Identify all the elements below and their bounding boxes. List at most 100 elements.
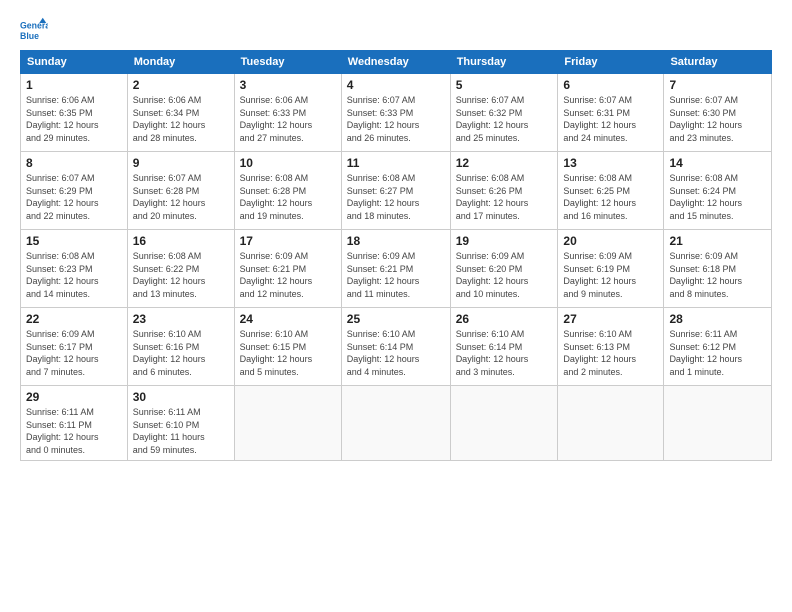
day-number: 23	[133, 312, 229, 326]
day-number: 3	[240, 78, 336, 92]
header-saturday: Saturday	[664, 51, 772, 74]
day-info: Sunrise: 6:08 AM Sunset: 6:24 PM Dayligh…	[669, 172, 766, 222]
calendar-cell: 6 Sunrise: 6:07 AM Sunset: 6:31 PM Daylig…	[558, 74, 664, 152]
day-info: Sunrise: 6:08 AM Sunset: 6:28 PM Dayligh…	[240, 172, 336, 222]
day-number: 10	[240, 156, 336, 170]
calendar-cell	[450, 386, 558, 461]
calendar-cell: 28 Sunrise: 6:11 AM Sunset: 6:12 PM Dayli…	[664, 308, 772, 386]
day-number: 24	[240, 312, 336, 326]
day-number: 26	[456, 312, 553, 326]
calendar-cell: 8Sunrise: 6:07 AM Sunset: 6:29 PM Daylig…	[21, 152, 128, 230]
day-info: Sunrise: 6:09 AM Sunset: 6:21 PM Dayligh…	[347, 250, 445, 300]
day-info: Sunrise: 6:11 AM Sunset: 6:10 PM Dayligh…	[133, 406, 229, 456]
day-number: 4	[347, 78, 445, 92]
day-info: Sunrise: 6:08 AM Sunset: 6:22 PM Dayligh…	[133, 250, 229, 300]
calendar-cell: 27 Sunrise: 6:10 AM Sunset: 6:13 PM Dayli…	[558, 308, 664, 386]
logo-icon: General Blue	[20, 16, 48, 44]
day-info: Sunrise: 6:09 AM Sunset: 6:19 PM Dayligh…	[563, 250, 658, 300]
day-info: Sunrise: 6:08 AM Sunset: 6:26 PM Dayligh…	[456, 172, 553, 222]
calendar-cell: 22 Sunrise: 6:09 AM Sunset: 6:17 PM Dayli…	[21, 308, 128, 386]
day-info: Sunrise: 6:07 AM Sunset: 6:31 PM Dayligh…	[563, 94, 658, 144]
calendar-cell: 4 Sunrise: 6:07 AM Sunset: 6:33 PM Daylig…	[341, 74, 450, 152]
day-number: 12	[456, 156, 553, 170]
calendar-cell: 1Sunrise: 6:06 AM Sunset: 6:35 PM Daylig…	[21, 74, 128, 152]
calendar-header-row: SundayMondayTuesdayWednesdayThursdayFrid…	[21, 51, 772, 74]
calendar-cell: 21 Sunrise: 6:09 AM Sunset: 6:18 PM Dayli…	[664, 230, 772, 308]
calendar-cell	[234, 386, 341, 461]
day-number: 25	[347, 312, 445, 326]
day-info: Sunrise: 6:10 AM Sunset: 6:16 PM Dayligh…	[133, 328, 229, 378]
day-number: 21	[669, 234, 766, 248]
day-number: 28	[669, 312, 766, 326]
calendar-cell: 2Sunrise: 6:06 AM Sunset: 6:34 PM Daylig…	[127, 74, 234, 152]
day-info: Sunrise: 6:11 AM Sunset: 6:12 PM Dayligh…	[669, 328, 766, 378]
day-number: 11	[347, 156, 445, 170]
calendar-cell: 25 Sunrise: 6:10 AM Sunset: 6:14 PM Dayli…	[341, 308, 450, 386]
day-info: Sunrise: 6:09 AM Sunset: 6:18 PM Dayligh…	[669, 250, 766, 300]
calendar-cell: 10 Sunrise: 6:08 AM Sunset: 6:28 PM Dayli…	[234, 152, 341, 230]
day-info: Sunrise: 6:09 AM Sunset: 6:17 PM Dayligh…	[26, 328, 122, 378]
day-number: 29	[26, 390, 122, 404]
calendar-cell: 29 Sunrise: 6:11 AM Sunset: 6:11 PM Dayli…	[21, 386, 128, 461]
calendar-cell: 26 Sunrise: 6:10 AM Sunset: 6:14 PM Dayli…	[450, 308, 558, 386]
day-number: 5	[456, 78, 553, 92]
calendar-week-5: 29 Sunrise: 6:11 AM Sunset: 6:11 PM Dayli…	[21, 386, 772, 461]
header-wednesday: Wednesday	[341, 51, 450, 74]
day-info: Sunrise: 6:08 AM Sunset: 6:27 PM Dayligh…	[347, 172, 445, 222]
svg-text:Blue: Blue	[20, 31, 39, 41]
header-monday: Monday	[127, 51, 234, 74]
calendar-cell: 14 Sunrise: 6:08 AM Sunset: 6:24 PM Dayli…	[664, 152, 772, 230]
day-info: Sunrise: 6:07 AM Sunset: 6:32 PM Dayligh…	[456, 94, 553, 144]
calendar-cell: 7Sunrise: 6:07 AM Sunset: 6:30 PM Daylig…	[664, 74, 772, 152]
day-number: 17	[240, 234, 336, 248]
day-number: 9	[133, 156, 229, 170]
calendar-table: SundayMondayTuesdayWednesdayThursdayFrid…	[20, 50, 772, 461]
day-number: 14	[669, 156, 766, 170]
calendar-cell: 23 Sunrise: 6:10 AM Sunset: 6:16 PM Dayli…	[127, 308, 234, 386]
day-info: Sunrise: 6:10 AM Sunset: 6:14 PM Dayligh…	[347, 328, 445, 378]
day-info: Sunrise: 6:09 AM Sunset: 6:20 PM Dayligh…	[456, 250, 553, 300]
day-info: Sunrise: 6:06 AM Sunset: 6:33 PM Dayligh…	[240, 94, 336, 144]
header-tuesday: Tuesday	[234, 51, 341, 74]
day-info: Sunrise: 6:10 AM Sunset: 6:13 PM Dayligh…	[563, 328, 658, 378]
day-info: Sunrise: 6:08 AM Sunset: 6:23 PM Dayligh…	[26, 250, 122, 300]
calendar-week-3: 15 Sunrise: 6:08 AM Sunset: 6:23 PM Dayli…	[21, 230, 772, 308]
calendar-cell: 13Sunrise: 6:08 AM Sunset: 6:25 PM Dayli…	[558, 152, 664, 230]
calendar-week-1: 1Sunrise: 6:06 AM Sunset: 6:35 PM Daylig…	[21, 74, 772, 152]
calendar-cell	[664, 386, 772, 461]
header-friday: Friday	[558, 51, 664, 74]
day-number: 13	[563, 156, 658, 170]
calendar-cell: 9Sunrise: 6:07 AM Sunset: 6:28 PM Daylig…	[127, 152, 234, 230]
day-number: 30	[133, 390, 229, 404]
day-number: 27	[563, 312, 658, 326]
calendar-cell: 24 Sunrise: 6:10 AM Sunset: 6:15 PM Dayli…	[234, 308, 341, 386]
calendar-week-2: 8Sunrise: 6:07 AM Sunset: 6:29 PM Daylig…	[21, 152, 772, 230]
day-number: 6	[563, 78, 658, 92]
day-number: 20	[563, 234, 658, 248]
day-info: Sunrise: 6:10 AM Sunset: 6:14 PM Dayligh…	[456, 328, 553, 378]
day-number: 16	[133, 234, 229, 248]
calendar-cell	[341, 386, 450, 461]
calendar-cell: 17 Sunrise: 6:09 AM Sunset: 6:21 PM Dayli…	[234, 230, 341, 308]
day-number: 8	[26, 156, 122, 170]
day-number: 7	[669, 78, 766, 92]
calendar-cell: 30 Sunrise: 6:11 AM Sunset: 6:10 PM Dayli…	[127, 386, 234, 461]
calendar-cell: 5 Sunrise: 6:07 AM Sunset: 6:32 PM Daylig…	[450, 74, 558, 152]
day-number: 22	[26, 312, 122, 326]
calendar-cell: 12 Sunrise: 6:08 AM Sunset: 6:26 PM Dayli…	[450, 152, 558, 230]
calendar-cell: 3 Sunrise: 6:06 AM Sunset: 6:33 PM Daylig…	[234, 74, 341, 152]
calendar-cell: 16 Sunrise: 6:08 AM Sunset: 6:22 PM Dayli…	[127, 230, 234, 308]
header-sunday: Sunday	[21, 51, 128, 74]
day-info: Sunrise: 6:10 AM Sunset: 6:15 PM Dayligh…	[240, 328, 336, 378]
day-number: 18	[347, 234, 445, 248]
calendar-week-4: 22 Sunrise: 6:09 AM Sunset: 6:17 PM Dayli…	[21, 308, 772, 386]
day-info: Sunrise: 6:11 AM Sunset: 6:11 PM Dayligh…	[26, 406, 122, 456]
day-info: Sunrise: 6:07 AM Sunset: 6:33 PM Dayligh…	[347, 94, 445, 144]
header-thursday: Thursday	[450, 51, 558, 74]
calendar-cell: 19 Sunrise: 6:09 AM Sunset: 6:20 PM Dayli…	[450, 230, 558, 308]
day-info: Sunrise: 6:09 AM Sunset: 6:21 PM Dayligh…	[240, 250, 336, 300]
day-number: 15	[26, 234, 122, 248]
day-number: 19	[456, 234, 553, 248]
calendar-cell: 11 Sunrise: 6:08 AM Sunset: 6:27 PM Dayli…	[341, 152, 450, 230]
day-info: Sunrise: 6:06 AM Sunset: 6:35 PM Dayligh…	[26, 94, 122, 144]
